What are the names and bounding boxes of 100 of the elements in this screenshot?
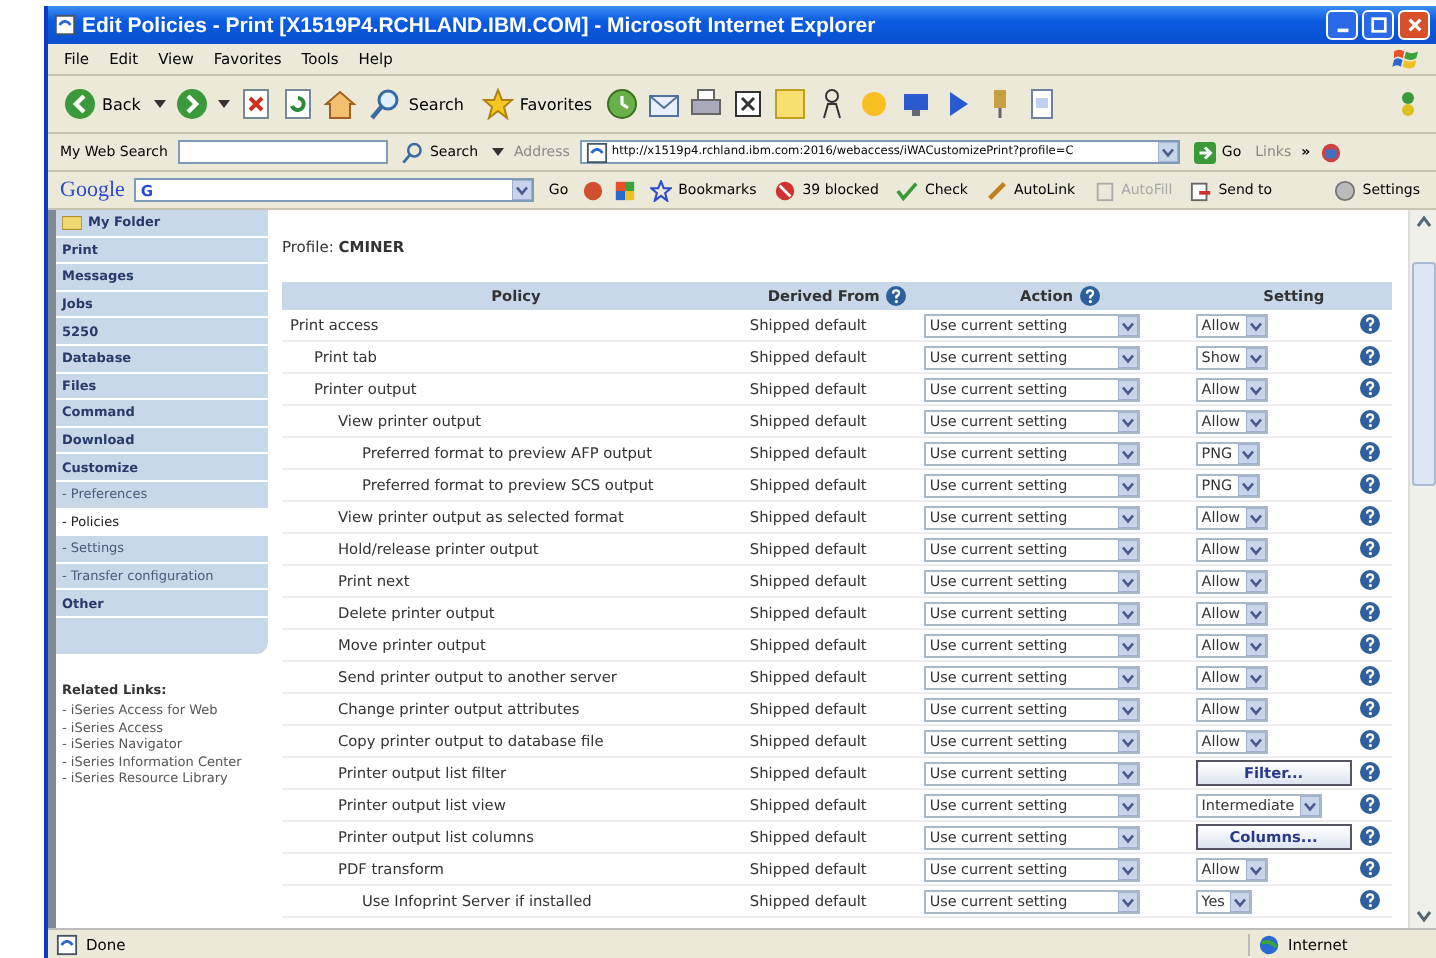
help-icon[interactable] [1360, 890, 1380, 910]
dropdown-arrow-icon[interactable] [492, 148, 505, 156]
caret-icon [1245, 603, 1266, 623]
caret-icon [1117, 891, 1138, 911]
help-icon[interactable] [1360, 730, 1380, 750]
help-icon[interactable] [1360, 634, 1380, 654]
bug-icon[interactable] [1320, 141, 1343, 163]
folder-icon [62, 215, 82, 230]
caret-icon [1245, 635, 1266, 655]
news-icon[interactable] [582, 179, 605, 201]
caret-icon [1245, 571, 1266, 591]
page-icon [56, 933, 78, 955]
caret-icon [1117, 635, 1138, 655]
caret-icon [1245, 507, 1266, 527]
close-button[interactable] [1398, 10, 1430, 40]
caret-icon [1117, 443, 1138, 463]
favorites-button[interactable]: Favorites [477, 88, 597, 120]
caret-icon [1238, 443, 1259, 463]
caret-icon [1117, 475, 1138, 495]
caret-icon [1117, 603, 1138, 623]
caret-icon [1245, 699, 1266, 719]
caret-icon [1245, 539, 1266, 559]
page-icon [54, 14, 76, 36]
caret-icon [1245, 859, 1266, 879]
caret-icon [1117, 763, 1138, 783]
back-button[interactable]: Back [60, 88, 145, 120]
help-icon[interactable] [1360, 794, 1380, 814]
maximize-button[interactable] [1362, 10, 1394, 40]
close-icon [1405, 16, 1423, 34]
send-page-icon [1190, 179, 1213, 201]
forward-icon[interactable] [176, 88, 209, 120]
go-arrow-icon [1193, 141, 1216, 163]
help-icon[interactable] [1360, 826, 1380, 846]
help-icon[interactable] [885, 286, 906, 306]
caret-icon [1245, 315, 1266, 335]
windows-logo-icon [1392, 47, 1420, 71]
vertical-scrollbar[interactable] [1408, 210, 1436, 928]
caret-icon [1117, 827, 1138, 847]
help-icon[interactable] [1360, 378, 1380, 398]
maximize-icon [1369, 16, 1387, 34]
help-icon[interactable] [1360, 602, 1380, 622]
printer-icon[interactable] [690, 88, 723, 120]
web-search-field[interactable] [177, 140, 388, 164]
help-icon[interactable] [1360, 506, 1380, 526]
help-icon[interactable] [1360, 698, 1380, 718]
caret-icon [512, 180, 533, 200]
history-icon[interactable] [606, 88, 639, 120]
caret-icon [1245, 411, 1266, 431]
caret-icon [1157, 142, 1178, 162]
google-logo: Google [60, 178, 125, 202]
search-button[interactable]: Search [366, 88, 468, 120]
refresh-icon[interactable] [282, 88, 315, 120]
caret-icon [1117, 379, 1138, 399]
home-icon[interactable] [324, 88, 357, 120]
help-icon[interactable] [1360, 410, 1380, 430]
help-icon[interactable] [1360, 858, 1380, 878]
caret-icon [1117, 699, 1138, 719]
caret-icon [1300, 795, 1321, 815]
help-icon[interactable] [1360, 570, 1380, 590]
help-icon[interactable] [1360, 538, 1380, 558]
help-icon[interactable] [1360, 666, 1380, 686]
windows-flag-icon[interactable] [614, 179, 637, 201]
window-title: Edit Policies - Print [X1519P4.RCHLAND.IBM.COM] - Microsoft Internet Explorer [82, 13, 876, 37]
caret-icon [1245, 731, 1266, 751]
caret-icon [1230, 891, 1251, 911]
stop-icon[interactable] [240, 88, 273, 120]
caret-icon [1245, 667, 1266, 687]
monitor-icon[interactable] [900, 88, 933, 120]
help-icon[interactable] [1360, 474, 1380, 494]
form-icon [1093, 179, 1116, 201]
search-icon [401, 141, 424, 163]
caret-icon [1117, 539, 1138, 559]
caret-icon [1246, 347, 1267, 367]
caret-icon [1117, 347, 1138, 367]
document-icon[interactable] [1026, 88, 1059, 120]
caret-icon [1238, 475, 1259, 495]
caret-icon [1245, 379, 1266, 399]
minimize-button[interactable] [1326, 10, 1358, 40]
page-icon [585, 141, 608, 163]
dropdown-arrow-icon[interactable] [154, 100, 167, 108]
caret-icon [1117, 507, 1138, 527]
globe-icon [1258, 933, 1280, 955]
help-icon[interactable] [1360, 346, 1380, 366]
caret-icon [1117, 859, 1138, 879]
caret-icon [1117, 571, 1138, 591]
help-icon[interactable] [1360, 314, 1380, 334]
dropdown-arrow-icon[interactable] [218, 100, 231, 108]
star-icon [481, 88, 514, 120]
caret-icon [1117, 315, 1138, 335]
help-icon[interactable] [1360, 442, 1380, 462]
edit-icon[interactable] [732, 88, 765, 120]
check-mark-icon [896, 179, 919, 201]
star-icon [650, 179, 673, 201]
help-icon[interactable] [1079, 286, 1100, 306]
caret-icon [1117, 795, 1138, 815]
wand-icon [985, 179, 1008, 201]
caret-icon [1117, 411, 1138, 431]
caret-icon [1117, 731, 1138, 751]
circle-icon [1334, 179, 1357, 201]
help-icon[interactable] [1360, 762, 1380, 782]
